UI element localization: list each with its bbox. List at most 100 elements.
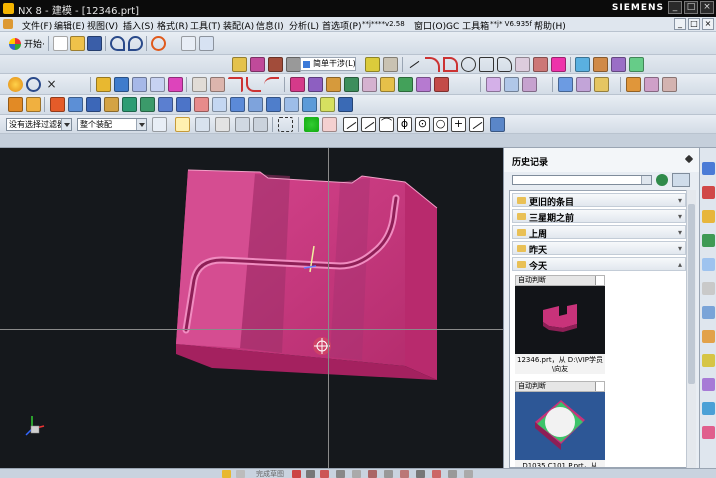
maximize-button[interactable]: □ xyxy=(684,1,698,14)
close-button[interactable]: × xyxy=(700,1,714,14)
repeat-command-icon[interactable] xyxy=(151,36,166,51)
doc-restore-button[interactable]: □ xyxy=(688,18,700,30)
sketch-icon[interactable] xyxy=(232,57,247,72)
menu-format[interactable]: 格式(R) xyxy=(157,19,188,32)
rectangle-select-icon[interactable] xyxy=(278,117,293,132)
tool-11-icon[interactable] xyxy=(194,97,209,112)
snap-points-icon[interactable] xyxy=(304,117,319,132)
refresh-icon[interactable] xyxy=(26,77,41,92)
assembly-1-icon[interactable] xyxy=(626,77,641,92)
snap-on-curve-icon[interactable] xyxy=(469,117,484,132)
shell-icon[interactable] xyxy=(326,77,341,92)
status-tool-1-icon[interactable] xyxy=(292,470,301,478)
doc-close-button[interactable]: × xyxy=(702,18,714,30)
view-options-icon[interactable] xyxy=(672,173,690,187)
snap-line-icon[interactable] xyxy=(343,117,358,132)
menu-tools[interactable]: 工具(T) xyxy=(190,19,221,32)
tool-15-icon[interactable] xyxy=(266,97,281,112)
select-back-icon[interactable] xyxy=(195,117,210,132)
arc-icon[interactable] xyxy=(425,57,440,72)
status-tool-5-icon[interactable] xyxy=(352,470,361,478)
history-group-yesterday[interactable]: 昨天 ▾ xyxy=(512,241,686,256)
menu-window[interactable]: 窗口(O) xyxy=(414,19,446,32)
project-curve-icon[interactable] xyxy=(551,57,566,72)
undo-icon[interactable] xyxy=(110,36,125,51)
open-folder-icon[interactable] xyxy=(70,36,85,51)
dimension-icon[interactable] xyxy=(383,57,398,72)
offset-face-icon[interactable] xyxy=(362,77,377,92)
polygon-icon[interactable] xyxy=(497,57,512,72)
history-group-three-weeks[interactable]: 三星期之前 ▾ xyxy=(512,209,686,224)
tool-10-icon[interactable] xyxy=(176,97,191,112)
tool-13-icon[interactable] xyxy=(230,97,245,112)
snap-on-face-icon[interactable] xyxy=(490,117,505,132)
select-face-icon[interactable] xyxy=(235,117,250,132)
status-tool-8-icon[interactable] xyxy=(400,470,409,478)
fillet-icon[interactable] xyxy=(443,57,458,72)
menu-help[interactable]: 帮助(H) xyxy=(534,19,566,32)
sketch-view-icon[interactable] xyxy=(236,470,245,478)
document-menu-icon[interactable] xyxy=(3,19,13,29)
constraint-navigator-icon[interactable] xyxy=(702,186,715,199)
menu-view[interactable]: 视图(V) xyxy=(87,19,118,32)
new-file-icon[interactable] xyxy=(53,36,68,51)
tool-16-icon[interactable] xyxy=(284,97,299,112)
curve-edge-icon[interactable] xyxy=(264,77,279,92)
tool-1-icon[interactable] xyxy=(8,97,23,112)
status-tool-10-icon[interactable] xyxy=(432,470,441,478)
tool-7-icon[interactable] xyxy=(122,97,137,112)
assembly-scope-dropdown[interactable]: 整个装配 xyxy=(77,118,147,131)
snap-quadrant-icon[interactable]: ○ xyxy=(433,117,448,132)
web-browser-icon[interactable] xyxy=(702,282,715,295)
synchronous-2-icon[interactable] xyxy=(576,77,591,92)
tool-9-icon[interactable] xyxy=(158,97,173,112)
history-group-today[interactable]: 今天 ▴ xyxy=(512,257,686,272)
history-entry[interactable]: 自动判断 12346.prt，从 D:\VIP学员\向友 xyxy=(515,275,605,374)
tool-8-icon[interactable] xyxy=(140,97,155,112)
delete-face-icon[interactable] xyxy=(504,77,519,92)
menu-insert[interactable]: 插入(S) xyxy=(123,19,154,32)
sew-icon[interactable] xyxy=(434,77,449,92)
tool-19-icon[interactable] xyxy=(338,97,353,112)
synchronous-1-icon[interactable] xyxy=(558,77,573,92)
snap-cursor-icon[interactable] xyxy=(175,117,190,132)
block-icon[interactable] xyxy=(114,77,129,92)
status-tool-9-icon[interactable] xyxy=(416,470,425,478)
snap-tangent-icon[interactable]: ϕ xyxy=(397,117,412,132)
tool-3-icon[interactable] xyxy=(50,97,65,112)
pattern-icon[interactable] xyxy=(575,57,590,72)
tool-2-icon[interactable] xyxy=(26,97,41,112)
datum-axis-icon[interactable] xyxy=(268,57,283,72)
status-tool-4-icon[interactable] xyxy=(336,470,345,478)
filter-options-icon[interactable] xyxy=(152,117,167,132)
menu-information[interactable]: 信息(I) xyxy=(256,19,284,32)
redo-icon[interactable] xyxy=(128,36,143,51)
select-body-icon[interactable] xyxy=(215,117,230,132)
part-navigator-icon[interactable] xyxy=(702,210,715,223)
snap-center-icon[interactable]: ⊙ xyxy=(415,117,430,132)
hole-icon[interactable] xyxy=(150,77,165,92)
pin-icon[interactable] xyxy=(684,154,694,164)
menu-plugin-2[interactable]: **j* V6.935f xyxy=(490,20,532,28)
menu-analysis[interactable]: 分析(L) xyxy=(289,19,319,32)
revolve-icon[interactable] xyxy=(132,77,147,92)
menu-file[interactable]: 文件(F) xyxy=(22,19,52,32)
snap-arc-icon[interactable]: ⌒ xyxy=(379,117,394,132)
extend-icon[interactable] xyxy=(629,57,644,72)
edge-blend-icon[interactable] xyxy=(290,77,305,92)
system-scenes-icon[interactable] xyxy=(702,402,715,415)
part-model[interactable] xyxy=(0,148,503,468)
tool-6-icon[interactable] xyxy=(104,97,119,112)
move-face-icon[interactable] xyxy=(486,77,501,92)
unite-icon[interactable] xyxy=(192,77,207,92)
palette-icon[interactable] xyxy=(702,426,715,439)
measure-icon[interactable] xyxy=(365,57,380,72)
history-entry[interactable]: 自动判断 D1035.C101.P.prt，从 xyxy=(515,381,605,467)
synchronous-3-icon[interactable] xyxy=(594,77,609,92)
trim-body-icon[interactable] xyxy=(228,77,243,92)
offset-curve-icon[interactable] xyxy=(533,57,548,72)
boss-icon[interactable] xyxy=(168,77,183,92)
hd3d-tools-icon[interactable] xyxy=(702,258,715,271)
history-group-last-week[interactable]: 上周 ▾ xyxy=(512,225,686,240)
back-arrow-icon[interactable] xyxy=(656,174,668,186)
